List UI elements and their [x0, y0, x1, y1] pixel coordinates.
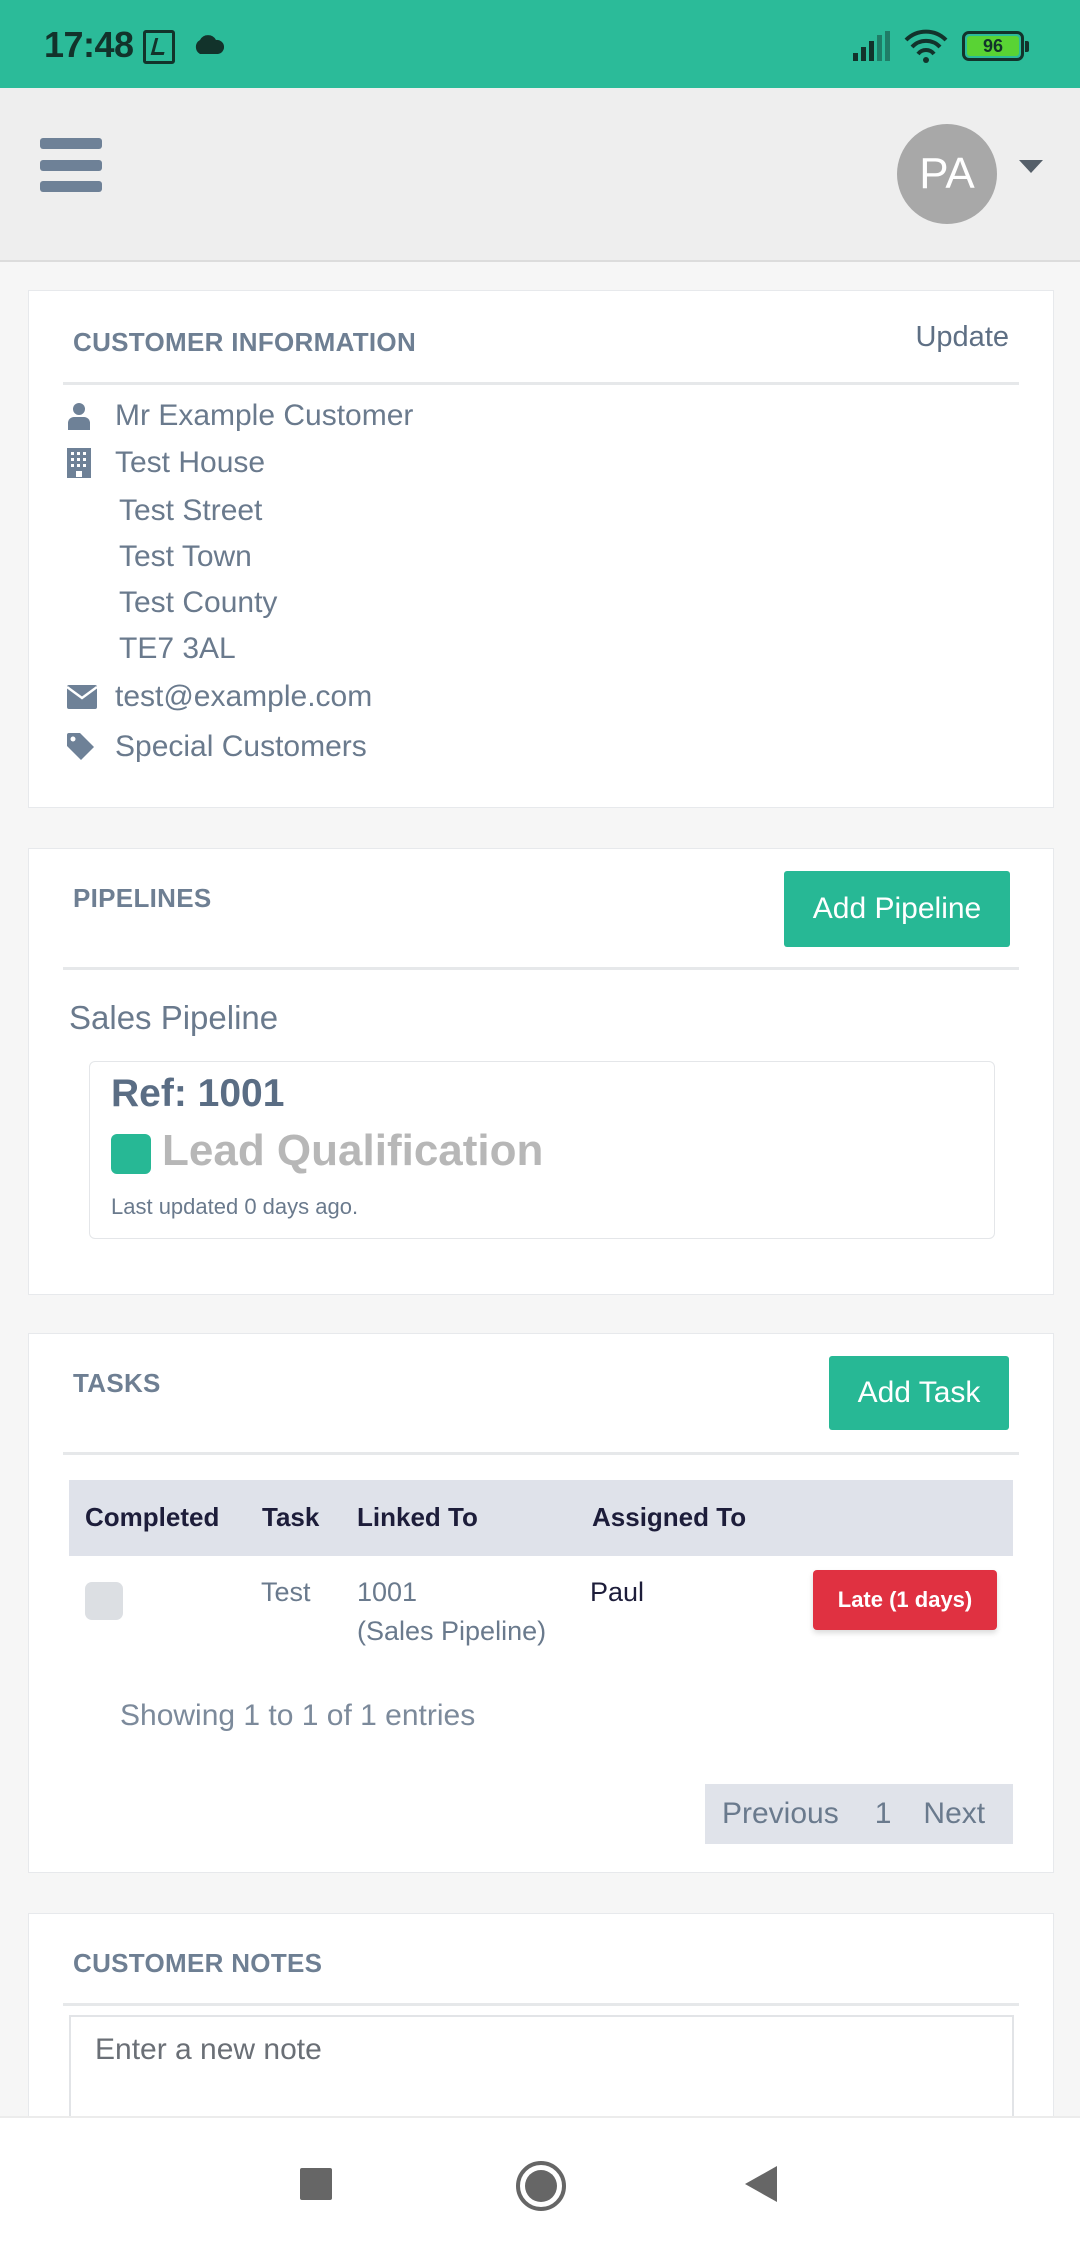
customer-group: Special Customers [115, 730, 367, 763]
envelope-icon [63, 685, 115, 709]
divider [63, 967, 1019, 970]
task-name[interactable]: Test [261, 1577, 311, 1608]
avatar[interactable]: PA [897, 124, 997, 224]
update-link[interactable]: Update [915, 321, 1009, 354]
table-info: Showing 1 to 1 of 1 entries [120, 1699, 476, 1732]
pipeline-name: Sales Pipeline [69, 999, 279, 1036]
card-title: CUSTOMER NOTES [73, 1948, 323, 1978]
pipeline-stage: Lead Qualification [162, 1126, 544, 1175]
divider [63, 382, 1019, 385]
pagination: Previous 1 Next [705, 1784, 1013, 1844]
previous-page-button[interactable]: Previous [722, 1797, 839, 1831]
last-updated: Last updated 0 days ago. [111, 1194, 359, 1219]
add-pipeline-button[interactable]: Add Pipeline [784, 871, 1010, 947]
customer-name-row: Mr Example Customer [63, 399, 413, 433]
late-status-badge: Late (1 days) [813, 1570, 997, 1630]
next-page-button[interactable]: Next [923, 1797, 985, 1831]
email-link[interactable]: test@example.com [115, 680, 372, 714]
column-header-assigned-to[interactable]: Assigned To [592, 1502, 746, 1533]
address-line-1: Test House [115, 446, 266, 479]
stage-color-swatch [111, 1134, 151, 1174]
page-1-button[interactable]: 1 [875, 1797, 892, 1831]
address-line-4: Test County [119, 586, 278, 619]
card-title: CUSTOMER INFORMATION [73, 327, 417, 357]
group-row: Special Customers [63, 730, 367, 764]
assigned-to: Paul [590, 1577, 645, 1607]
card-title: PIPELINES [73, 883, 212, 913]
postcode: TE7 3AL [119, 632, 236, 665]
cloud-icon [195, 35, 224, 54]
customer-name: Mr Example Customer [115, 399, 414, 432]
user-icon [63, 402, 115, 430]
hamburger-icon[interactable] [40, 138, 102, 192]
divider [63, 1452, 1019, 1455]
recent-apps-icon[interactable] [300, 2168, 332, 2200]
status-bar: 17:48 96 [0, 0, 1080, 88]
pipeline-entry[interactable]: Ref: 1001 Lead Qualification Last update… [89, 1061, 995, 1239]
tag-icon [63, 733, 115, 761]
clock: 17:48 [44, 24, 134, 65]
tasks-table-header: Completed Task Linked To Assigned To [69, 1480, 1013, 1556]
divider [63, 2003, 1019, 2006]
completed-checkbox[interactable] [85, 1582, 123, 1620]
card-title: TASKS [73, 1368, 161, 1398]
screen-record-icon [143, 30, 175, 64]
column-header-task[interactable]: Task [262, 1502, 319, 1533]
add-task-button[interactable]: Add Task [829, 1356, 1009, 1430]
pipeline-ref: Ref: 1001 [111, 1072, 285, 1115]
building-icon [63, 448, 115, 478]
address-line-2: Test Street [119, 494, 263, 527]
battery-icon: 96 [962, 31, 1029, 61]
home-icon[interactable] [516, 2161, 566, 2211]
address-row: Test House [63, 446, 265, 480]
pipelines-card: PIPELINES Add Pipeline Sales Pipeline Re… [28, 848, 1054, 1295]
app-header: PA [0, 88, 1080, 262]
column-header-completed[interactable]: Completed [85, 1502, 219, 1533]
back-icon[interactable] [745, 2166, 777, 2202]
system-navigation-bar [0, 2116, 1080, 2246]
column-header-linked-to[interactable]: Linked To [357, 1502, 478, 1533]
caret-down-icon[interactable] [1019, 160, 1043, 173]
customer-information-card: CUSTOMER INFORMATION Update Mr Example C… [28, 290, 1054, 808]
battery-level: 96 [967, 36, 1019, 56]
linked-ref[interactable]: 1001 [357, 1577, 417, 1608]
signal-icon [853, 31, 890, 61]
wifi-icon [904, 29, 948, 63]
email-row: test@example.com [63, 680, 372, 714]
address-line-3: Test Town [119, 540, 252, 573]
linked-pipeline: (Sales Pipeline) [357, 1616, 547, 1646]
tasks-card: TASKS Add Task Completed Task Linked To … [28, 1333, 1054, 1873]
